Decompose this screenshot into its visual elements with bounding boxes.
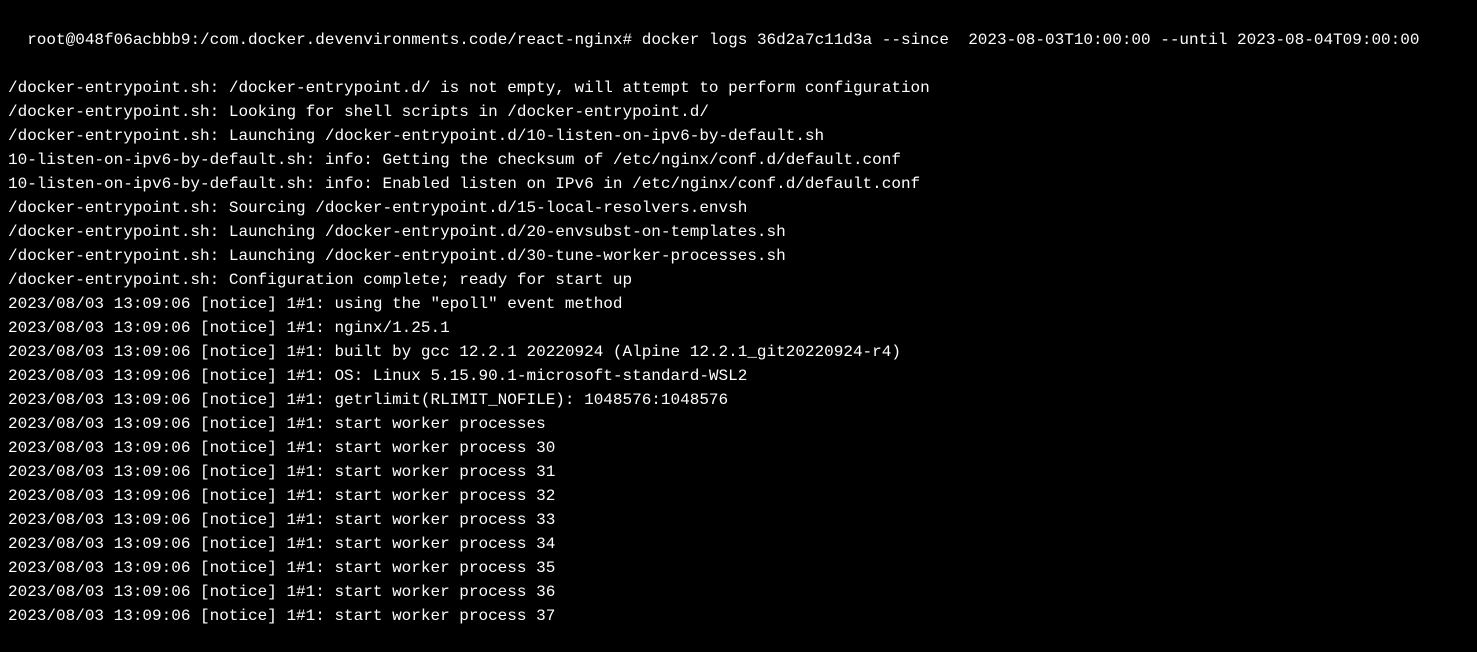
log-line: 10-listen-on-ipv6-by-default.sh: info: G… — [8, 148, 1469, 172]
log-line: 2023/08/03 13:09:06 [notice] 1#1: start … — [8, 508, 1469, 532]
prompt-separator: : — [190, 31, 200, 49]
log-line: 2023/08/03 13:09:06 [notice] 1#1: start … — [8, 436, 1469, 460]
log-line: 2023/08/03 13:09:06 [notice] 1#1: start … — [8, 556, 1469, 580]
log-line: /docker-entrypoint.sh: Launching /docker… — [8, 244, 1469, 268]
user-host: root@048f06acbbb9 — [27, 31, 190, 49]
terminal-window[interactable]: root@048f06acbbb9:/com.docker.devenviron… — [8, 4, 1469, 652]
log-line: 2023/08/03 13:09:06 [notice] 1#1: getrli… — [8, 388, 1469, 412]
log-line: /docker-entrypoint.sh: Looking for shell… — [8, 100, 1469, 124]
log-line: 2023/08/03 13:09:06 [notice] 1#1: using … — [8, 292, 1469, 316]
log-line: 2023/08/03 13:09:06 [notice] 1#1: start … — [8, 532, 1469, 556]
log-line: 2023/08/03 13:09:06 [notice] 1#1: built … — [8, 340, 1469, 364]
log-line: /docker-entrypoint.sh: Launching /docker… — [8, 124, 1469, 148]
log-line: /docker-entrypoint.sh: Configuration com… — [8, 268, 1469, 292]
log-line: 2023/08/03 13:09:06 [notice] 1#1: nginx/… — [8, 316, 1469, 340]
log-line: 2023/08/03 13:09:06 [notice] 1#1: start … — [8, 604, 1469, 628]
working-directory: /com.docker.devenvironments.code/react-n… — [200, 31, 622, 49]
log-line: 10-listen-on-ipv6-by-default.sh: info: E… — [8, 172, 1469, 196]
log-line: 2023/08/03 13:09:06 [notice] 1#1: OS: Li… — [8, 364, 1469, 388]
log-line: /docker-entrypoint.sh: /docker-entrypoin… — [8, 76, 1469, 100]
prompt-line: root@048f06acbbb9:/com.docker.devenviron… — [27, 31, 1419, 49]
command-input[interactable]: docker logs 36d2a7c11d3a --since 2023-08… — [642, 31, 1420, 49]
log-line: /docker-entrypoint.sh: Sourcing /docker-… — [8, 196, 1469, 220]
log-line: 2023/08/03 13:09:06 [notice] 1#1: start … — [8, 580, 1469, 604]
log-line: /docker-entrypoint.sh: Launching /docker… — [8, 220, 1469, 244]
prompt-suffix: # — [623, 31, 633, 49]
log-line: 2023/08/03 13:09:06 [notice] 1#1: start … — [8, 484, 1469, 508]
log-line: 2023/08/03 13:09:06 [notice] 1#1: start … — [8, 412, 1469, 436]
log-line: 2023/08/03 13:09:06 [notice] 1#1: start … — [8, 460, 1469, 484]
output-container: /docker-entrypoint.sh: /docker-entrypoin… — [8, 76, 1469, 628]
